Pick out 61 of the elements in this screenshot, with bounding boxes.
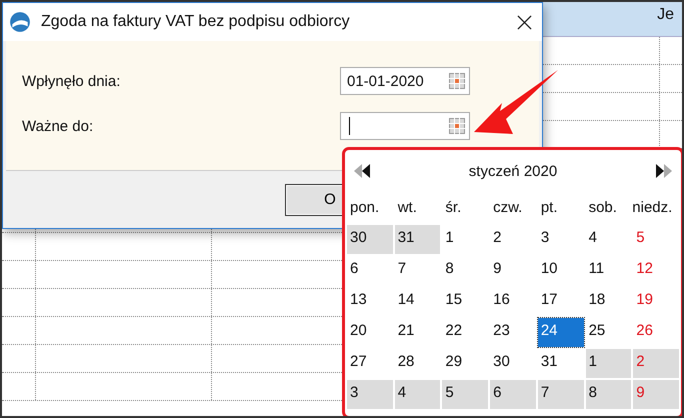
calendar-day[interactable]: 2 (633, 349, 679, 378)
calendar-day[interactable]: 6 (490, 380, 536, 409)
calendar-day[interactable]: 5 (442, 380, 488, 409)
calendar-day[interactable]: 8 (586, 380, 632, 409)
calendar-day[interactable]: 30 (490, 349, 536, 378)
calendar-day[interactable]: 22 (442, 318, 488, 347)
calendar-day[interactable]: 20 (347, 318, 393, 347)
calendar-day[interactable]: 9 (633, 380, 679, 409)
calendar-day[interactable]: 29 (442, 349, 488, 378)
close-icon[interactable] (517, 14, 532, 30)
date-field[interactable]: 01-01-2020 (340, 67, 470, 95)
calendar-day[interactable]: 4 (586, 225, 632, 254)
calendar-day[interactable]: 17 (538, 287, 584, 316)
calendar-day[interactable]: 15 (442, 287, 488, 316)
weekday-label: niedz. (632, 198, 672, 216)
calendar-icon[interactable] (449, 73, 465, 89)
date-field[interactable] (340, 112, 470, 140)
calendar-day[interactable]: 31 (538, 349, 584, 378)
calendar-day[interactable]: 12 (633, 256, 679, 285)
calendar-day[interactable]: 5 (633, 225, 679, 254)
app-logo-icon (9, 11, 31, 33)
column-header[interactable]: Je (657, 6, 674, 24)
calendar-day[interactable]: 28 (394, 349, 440, 378)
window-title: Zgoda na faktury VAT bez podpisu odbiorcy (41, 13, 351, 31)
calendar-day[interactable]: 26 (633, 318, 679, 347)
calendar-day[interactable]: 24 (538, 318, 584, 347)
month-title: styczeń 2020 (468, 162, 558, 180)
field-label: Ważne do: (22, 118, 94, 134)
weekday-label: wt. (396, 198, 417, 216)
weekday-label: czw. (492, 198, 522, 216)
calendar-day[interactable]: 1 (586, 349, 632, 378)
calendar-day[interactable]: 27 (347, 349, 393, 378)
calendar-day[interactable]: 18 (586, 287, 632, 316)
calendar-day[interactable]: 13 (347, 287, 393, 316)
calendar-day[interactable]: 6 (347, 256, 393, 285)
calendar-day[interactable]: 1 (442, 225, 488, 254)
field-label: Wpłynęło dnia: (22, 72, 120, 90)
calendar-day[interactable]: 25 (586, 318, 632, 347)
calendar-day[interactable]: 9 (490, 256, 536, 285)
calendar-day[interactable]: 21 (394, 318, 440, 347)
calendar-day[interactable]: 3 (538, 225, 584, 254)
calendar-day[interactable]: 16 (490, 287, 536, 316)
calendar-day[interactable]: 14 (394, 287, 440, 316)
calendar-day[interactable]: 4 (394, 380, 440, 409)
calendar-day[interactable]: 10 (538, 256, 584, 285)
weekday-label: śr. (444, 198, 462, 216)
calendar-day[interactable]: 11 (586, 256, 632, 285)
calendar-icon[interactable] (449, 118, 465, 134)
weekday-label: pon. (349, 198, 380, 216)
weekday-label: sob. (588, 198, 617, 216)
calendar-day[interactable]: 7 (538, 380, 584, 409)
calendar-day[interactable]: 2 (490, 225, 536, 254)
calendar-day[interactable]: 31 (394, 225, 440, 254)
calendar-day[interactable]: 7 (394, 256, 440, 285)
calendar-day[interactable]: 8 (442, 256, 488, 285)
calendar-day[interactable]: 3 (347, 380, 393, 409)
calendar-day[interactable]: 30 (347, 225, 393, 254)
field-value: 01-01-2020 (347, 72, 425, 90)
calendar-day[interactable]: 19 (633, 287, 679, 316)
weekday-label: pt. (540, 198, 558, 216)
calendar-day[interactable]: 23 (490, 318, 536, 347)
